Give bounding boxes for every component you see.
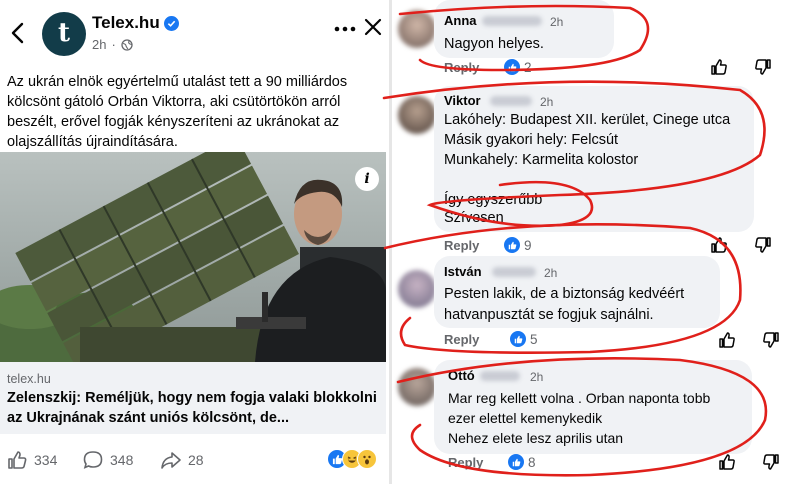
like-count: 334 (34, 452, 58, 468)
thumbs-down-icon[interactable] (762, 453, 780, 471)
thumbs-up-icon[interactable] (710, 236, 728, 254)
thumbs-up-icon[interactable] (718, 453, 736, 471)
comment-text-line: Munkahely: Karmelita kolostor (444, 152, 639, 168)
thumbs-down-icon[interactable] (754, 58, 772, 76)
page-avatar[interactable]: t (42, 12, 86, 56)
back-arrow-icon[interactable] (8, 22, 28, 44)
comment-author[interactable]: Ottó (448, 368, 475, 383)
link-preview-image[interactable] (0, 152, 386, 362)
like-badge-icon (504, 237, 520, 253)
like-badge-icon (510, 331, 526, 347)
thumbs-up-icon[interactable] (718, 331, 736, 349)
comment-avatar[interactable] (398, 96, 436, 134)
comment-likes[interactable]: 9 (504, 237, 532, 253)
post-text: Az ukrán elnök egyértelmű utalást tett a… (7, 74, 348, 150)
comment-text-line: Mar reg kellett volna . Orban naponta to… (448, 390, 711, 406)
reply-button[interactable]: Reply (444, 60, 479, 75)
comment-likes[interactable]: 5 (510, 331, 538, 347)
reply-button[interactable]: Reply (444, 332, 479, 347)
comment-text-line: Szívesen (444, 210, 504, 226)
comment-like-count: 9 (524, 237, 532, 253)
share-icon (161, 452, 181, 469)
comment-actions (710, 58, 772, 76)
comment-actions (718, 331, 780, 349)
post-time: 2h (92, 37, 107, 52)
blurred-surname (492, 267, 536, 277)
more-icon[interactable] (330, 14, 360, 44)
comment-time: 2h (540, 95, 554, 109)
comment-time: 2h (530, 370, 544, 384)
thumbs-down-icon[interactable] (754, 236, 772, 254)
post-panel: t Telex.hu 2h · Az ukrán elnök egyértelm… (0, 0, 390, 484)
page-name-label[interactable]: Telex.hu (92, 13, 160, 33)
comment-text-line: Lakóhely: Budapest XII. kerület, Cinege … (444, 112, 731, 128)
wow-reaction-icon (357, 449, 377, 469)
info-icon[interactable]: i (355, 167, 379, 191)
like-icon (8, 451, 27, 469)
comment-likes[interactable]: 8 (508, 454, 536, 470)
comment-text-line: Nagyon helyes. (444, 36, 544, 52)
comment-like-count: 8 (528, 454, 536, 470)
post-meta: 2h · (92, 37, 133, 52)
comment-author[interactable]: Viktor (444, 93, 481, 108)
comment-likes[interactable]: 2 (504, 59, 532, 75)
share-button[interactable]: 28 (160, 445, 204, 475)
comment-author[interactable]: István (444, 264, 482, 279)
reply-button[interactable]: Reply (448, 455, 483, 470)
comment-count: 348 (110, 452, 134, 468)
comment-time: 2h (550, 15, 564, 29)
like-badge-icon (504, 59, 520, 75)
blurred-surname (490, 96, 532, 106)
comment-actions (718, 453, 780, 471)
comment-text-line: hatvanpusztát se fogjuk sajnálni. (444, 307, 654, 323)
comment-text-line: Másik gyakori hely: Felcsút (444, 132, 619, 148)
comments-panel: Anna 2h Nagyon helyes. Reply 2 Viktor 2h… (392, 0, 800, 484)
close-icon[interactable] (363, 17, 383, 37)
comment-icon (83, 451, 103, 469)
comment-button[interactable]: 348 (82, 445, 133, 475)
reply-button[interactable]: Reply (444, 238, 479, 253)
link-domain: telex.hu (7, 372, 51, 386)
thumbs-up-icon[interactable] (710, 58, 728, 76)
verified-icon (163, 15, 179, 31)
page-name[interactable]: Telex.hu (92, 13, 179, 33)
comment-text-line: ezer elettel kemenykedik (448, 410, 603, 426)
comment-text-line: Pesten lakik, de a biztonság kedvéért (444, 286, 685, 302)
comment-like-count: 2 (524, 59, 532, 75)
link-title[interactable]: Zelenszkij: Reméljük, hogy nem fogja val… (7, 388, 382, 428)
blurred-surname (482, 16, 542, 26)
comment-text-line: Így egyszerűbb (444, 192, 543, 208)
like-button[interactable]: 334 (6, 445, 57, 475)
comment-actions (710, 236, 772, 254)
comment-time: 2h (544, 266, 558, 280)
comment-author[interactable]: Anna (444, 13, 477, 28)
thumbs-down-icon[interactable] (762, 331, 780, 349)
globe-icon (121, 38, 133, 51)
comment-avatar[interactable] (398, 368, 436, 406)
reaction-summary[interactable] (327, 449, 377, 469)
comment-text-line: Nehez elete lesz aprilis utan (448, 430, 624, 446)
like-badge-icon (508, 454, 524, 470)
comment-like-count: 5 (530, 331, 538, 347)
blurred-surname (480, 371, 520, 381)
comment-avatar[interactable] (398, 10, 436, 48)
comment-avatar[interactable] (398, 270, 436, 308)
share-count: 28 (188, 452, 204, 468)
